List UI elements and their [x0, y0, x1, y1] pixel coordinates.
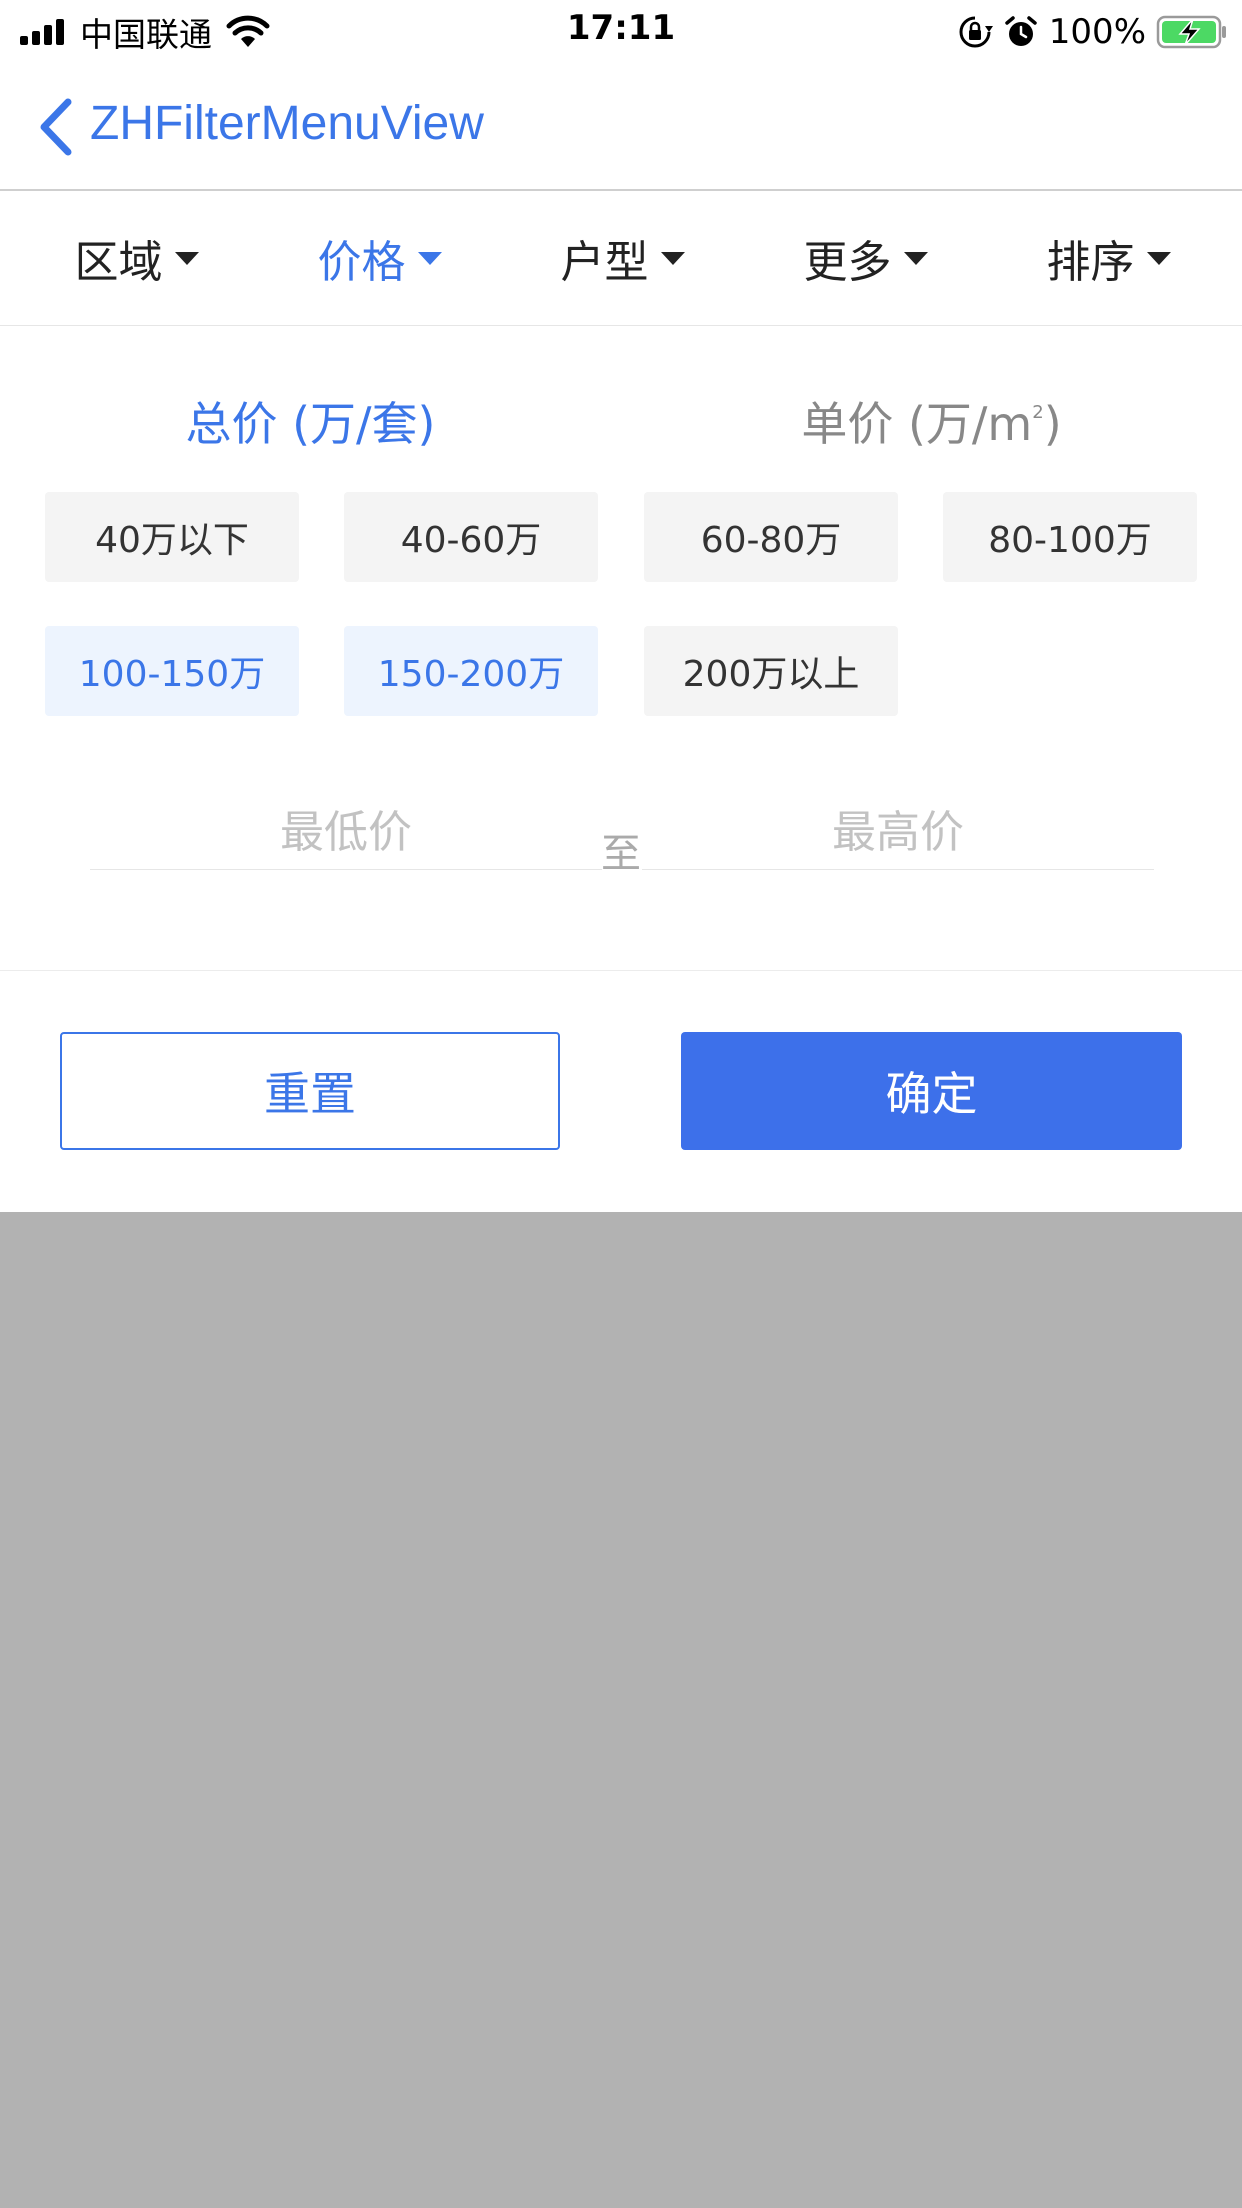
- caret-down-icon: [903, 251, 928, 265]
- price-option[interactable]: 80-100万: [943, 492, 1197, 582]
- tab-label: 户型: [560, 237, 649, 288]
- nav-back-title[interactable]: ZHFilterMenuView: [90, 96, 484, 151]
- caret-down-icon: [1146, 251, 1171, 265]
- min-price-input[interactable]: [90, 796, 602, 870]
- caret-down-icon: [174, 251, 199, 265]
- tab-label: 更多: [803, 237, 892, 288]
- dim-overlay[interactable]: [0, 1212, 1242, 2208]
- caret-down-icon: [660, 251, 685, 265]
- tab-price[interactable]: 价格: [258, 191, 501, 325]
- unit-price-label: 单价 (万/m: [801, 397, 1033, 451]
- unit-superscript: 2: [1032, 401, 1044, 423]
- price-filter-panel: 总价 (万/套) 单价 (万/m2) 40万以下 40-60万 60-80万 8…: [0, 326, 1242, 1212]
- segment-total-price[interactable]: 总价 (万/套): [0, 388, 621, 454]
- price-option-selected[interactable]: 150-200万: [344, 626, 598, 716]
- price-option[interactable]: 200万以上: [644, 626, 898, 716]
- max-price-input[interactable]: [642, 796, 1154, 870]
- battery-charging-icon: [1156, 15, 1226, 49]
- price-option[interactable]: 40-60万: [344, 492, 598, 582]
- tab-label: 排序: [1046, 237, 1135, 288]
- tab-more[interactable]: 更多: [744, 191, 987, 325]
- segment-unit-price[interactable]: 单价 (万/m2): [621, 388, 1242, 454]
- tab-label: 价格: [317, 237, 406, 288]
- reset-button[interactable]: 重置: [60, 1032, 560, 1150]
- caret-down-icon: [417, 251, 442, 265]
- unit-price-suffix: ): [1043, 397, 1062, 451]
- confirm-button[interactable]: 确定: [681, 1032, 1182, 1150]
- tab-layout[interactable]: 户型: [501, 191, 744, 325]
- battery-percentage: 100%: [1048, 12, 1146, 52]
- price-option[interactable]: 60-80万: [644, 492, 898, 582]
- alarm-icon: [1005, 16, 1037, 46]
- filter-tab-bar: 区域 价格 户型 更多 排序: [0, 191, 1242, 326]
- status-bar: 中国联通 17:11 100%: [0, 0, 1242, 62]
- tab-label: 区域: [74, 237, 163, 288]
- tab-area[interactable]: 区域: [15, 191, 258, 325]
- status-right: 100%: [957, 10, 1228, 54]
- back-chevron-icon[interactable]: [34, 96, 76, 158]
- orientation-lock-icon: [959, 16, 993, 48]
- divider: [0, 970, 1242, 971]
- tab-sort[interactable]: 排序: [987, 191, 1230, 325]
- price-option[interactable]: 40万以下: [45, 492, 299, 582]
- price-option-selected[interactable]: 100-150万: [45, 626, 299, 716]
- navigation-bar: ZHFilterMenuView: [0, 62, 1242, 191]
